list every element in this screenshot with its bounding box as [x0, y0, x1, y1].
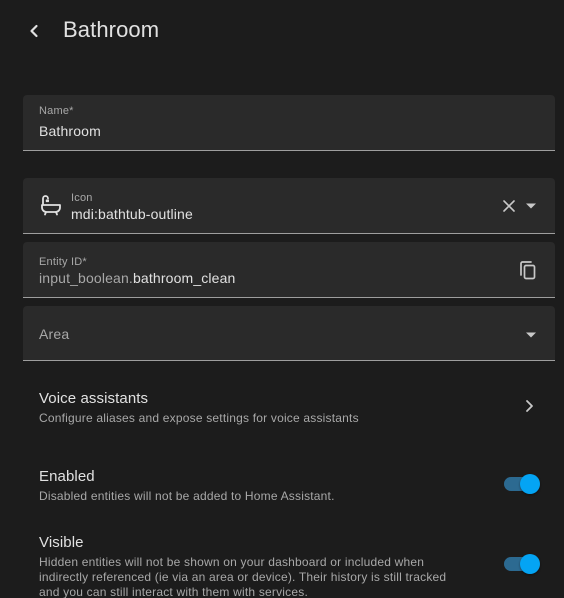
icon-field-value[interactable]: mdi:bathtub-outline: [71, 206, 193, 222]
name-field-value[interactable]: Bathroom: [39, 123, 101, 139]
enabled-row: Enabled Disabled entities will not be ad…: [0, 460, 564, 510]
icon-picker-field[interactable]: Icon mdi:bathtub-outline: [23, 178, 555, 234]
copy-icon: [520, 261, 536, 280]
back-button[interactable]: [22, 19, 46, 43]
voice-assistants-row[interactable]: Voice assistants Configure aliases and e…: [0, 380, 564, 432]
icon-dropdown-button[interactable]: [523, 198, 539, 214]
entity-id-value[interactable]: input_boolean.bathroom_clean: [39, 270, 235, 286]
enabled-title: Enabled: [39, 468, 95, 485]
copy-button[interactable]: [517, 259, 539, 281]
clear-icon-button[interactable]: [499, 196, 519, 216]
entity-id-prefix: input_boolean.: [39, 270, 133, 286]
name-field[interactable]: Name* Bathroom: [23, 95, 555, 151]
chevron-right-icon: [520, 397, 538, 415]
triangle-down-icon: [526, 332, 536, 338]
voice-assistants-subtitle: Configure aliases and expose settings fo…: [39, 411, 359, 425]
visible-subtitle: Hidden entities will not be shown on you…: [39, 555, 447, 598]
page-title: Bathroom: [63, 17, 160, 42]
entity-id-object: bathroom_clean: [132, 270, 236, 286]
area-picker-field[interactable]: Area: [23, 306, 555, 361]
entity-id-label: Entity ID*: [39, 256, 87, 268]
enabled-toggle[interactable]: [502, 473, 540, 495]
name-field-label: Name*: [39, 105, 74, 117]
voice-assistants-title: Voice assistants: [39, 390, 149, 407]
visible-row: Visible Hidden entities will not be show…: [0, 526, 564, 598]
area-dropdown-button[interactable]: [523, 327, 539, 343]
enabled-subtitle: Disabled entities will not be added to H…: [39, 489, 335, 503]
bathtub-outline-icon: [39, 193, 63, 217]
triangle-down-icon: [526, 203, 536, 209]
close-icon: [503, 200, 515, 212]
toggle-thumb: [520, 474, 540, 494]
icon-field-label: Icon: [71, 192, 93, 204]
dialog-header: Bathroom: [0, 0, 564, 62]
toggle-thumb: [520, 554, 540, 574]
visible-toggle[interactable]: [502, 553, 540, 575]
chevron-left-icon: [30, 24, 38, 38]
area-field-label: Area: [39, 326, 70, 342]
entity-id-field[interactable]: Entity ID* input_boolean.bathroom_clean: [23, 242, 555, 298]
visible-title: Visible: [39, 534, 84, 551]
